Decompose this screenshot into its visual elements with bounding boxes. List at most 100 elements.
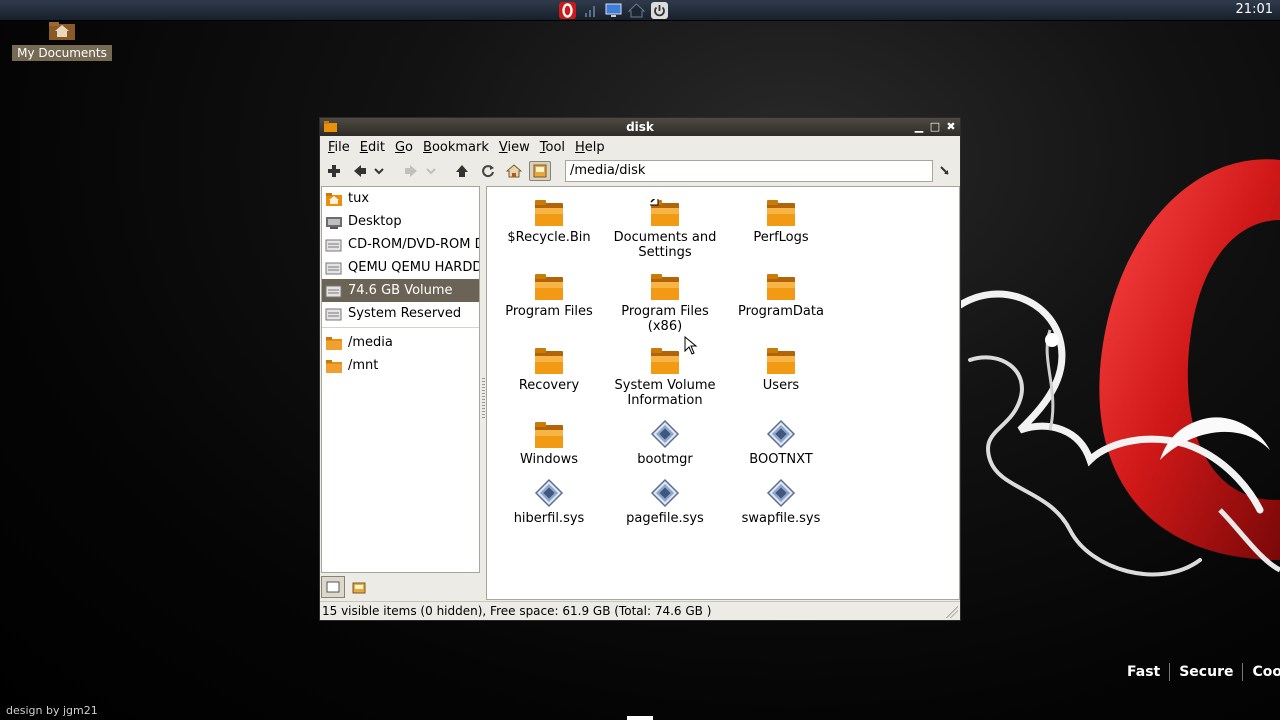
sidebar-item-desktop[interactable]: Desktop [322,210,479,233]
back-arrow-icon[interactable] [349,161,371,181]
file-item-label: Windows [519,452,579,467]
mouse-cursor-icon [684,336,698,355]
drive-icon [325,237,343,253]
window-resize-grip[interactable] [946,606,958,618]
folder-icon [491,267,607,301]
folder-icon [491,415,607,449]
file-item-label: Documents and Settings [613,230,717,260]
sidebar-item-cdrom[interactable]: CD-ROM/DVD-ROM Dri [322,233,479,256]
file-item-label: Recovery [518,378,580,393]
sidebar-separator [322,327,479,328]
desktop-icon-my-documents[interactable]: My Documents [12,20,112,61]
system-file-icon [723,415,839,449]
home-icon[interactable] [503,161,525,181]
sidebar-item-qemu-harddisk[interactable]: QEMU QEMU HARDDIS [322,256,479,279]
menu-help[interactable]: Help [570,140,610,155]
file-item-label: PerfLogs [753,230,809,245]
sidebar-item-tux[interactable]: tux [322,187,479,210]
file-item[interactable]: PerfLogs [723,193,839,245]
sidebar-item-system-reserved[interactable]: System Reserved [322,302,479,325]
file-item[interactable]: Program Files (x86) [607,267,723,334]
menu-bookmark[interactable]: Bookmark [418,140,494,155]
folder-icon [607,341,723,375]
minimize-button[interactable]: ▁ [912,120,926,134]
drive-icon [325,306,343,322]
system-tray [558,1,669,20]
power-icon[interactable] [650,1,669,20]
file-item[interactable]: bootmgr [607,415,723,467]
folder-icon [723,267,839,301]
reload-icon[interactable] [477,161,499,181]
file-item[interactable]: $Recycle.Bin [491,193,607,245]
menu-file[interactable]: File [323,140,355,155]
system-file-icon [607,415,723,449]
monitor-icon[interactable] [604,1,623,20]
close-button[interactable]: ✖ [944,120,958,134]
wallpaper-credit: design by jgm21 [6,704,98,717]
bottom-panel-marker [627,716,653,720]
menu-edit[interactable]: Edit [355,140,390,155]
sidebar-item-volume[interactable]: 74.6 GB Volume [322,279,479,302]
forward-history-chevron-icon[interactable] [424,161,438,181]
clock[interactable]: 21:01 [1236,2,1273,17]
sidebar-item-label: /media [348,335,393,350]
maximize-button[interactable]: □ [928,120,942,134]
folder-icon [723,341,839,375]
drive-icon [325,283,343,299]
system-file-icon [491,474,607,508]
tree-view-icon[interactable] [347,576,371,598]
desktop-icon [325,214,343,230]
sidebar-item-label: CD-ROM/DVD-ROM Dri [348,237,479,252]
file-item-label: Program Files (x86) [621,304,709,334]
file-item[interactable]: Program Files [491,267,607,319]
sidebar-item-media[interactable]: /media [322,331,479,354]
back-history-chevron-icon[interactable] [372,161,386,181]
sidebar-item-label: tux [348,191,370,206]
go-icon[interactable] [938,164,952,178]
file-item[interactable]: Recovery [491,341,607,393]
file-item-label: swapfile.sys [741,511,821,526]
menu-bar: File Edit Go Bookmark View Tool Help [320,136,960,158]
forward-arrow-icon[interactable] [400,161,422,181]
pane-resize-handle[interactable] [482,378,485,418]
window-titlebar[interactable]: disk ▁ □ ✖ [320,118,960,136]
side-pane: tux Desktop CD-ROM/DVD-ROM Dri QEMU QEMU… [321,186,480,573]
folder-link-icon [607,193,723,227]
menu-view[interactable]: View [494,140,535,155]
opera-icon[interactable] [558,1,577,20]
file-pane: $Recycle.Bin Documents and Settings PerfLo… [486,186,960,600]
open-in-terminal-icon[interactable] [529,161,551,181]
file-item[interactable]: Documents and Settings [607,193,723,260]
file-item[interactable]: ProgramData [723,267,839,319]
folder-icon [491,193,607,227]
sidebar-item-label: 74.6 GB Volume [348,283,453,298]
file-item[interactable]: Users [723,341,839,393]
file-item-label: hiberfil.sys [513,511,585,526]
new-tab-plus-icon[interactable] [323,161,345,181]
sidebar-item-label: /mnt [348,358,379,373]
file-item-label: $Recycle.Bin [507,230,591,245]
file-item[interactable]: BOOTNXT [723,415,839,467]
path-input[interactable]: /media/disk [565,160,933,182]
file-item[interactable]: System Volume Information [607,341,723,408]
file-manager-window[interactable]: disk ▁ □ ✖ File Edit Go Bookmark View To… [319,117,961,621]
file-item[interactable]: Windows [491,415,607,467]
file-item-label: System Volume Information [614,378,716,408]
sidebar-item-mnt[interactable]: /mnt [322,354,479,377]
home-folder-icon [325,191,343,207]
status-bar: 15 visible items (0 hidden), Free space:… [320,601,960,620]
menu-go[interactable]: Go [390,140,418,155]
sidebar-item-label: Desktop [348,214,402,229]
side-pane-mode-buttons [321,576,371,598]
up-arrow-icon[interactable] [451,161,473,181]
places-view-icon[interactable] [321,576,345,598]
opera-logo-wallpaper [960,159,1280,577]
menu-tool[interactable]: Tool [535,140,570,155]
tagline-word: Cool [1242,663,1280,681]
file-item-label: BOOTNXT [749,452,813,467]
file-item[interactable]: hiberfil.sys [491,474,607,526]
home-icon[interactable] [627,1,646,20]
network-signal-icon[interactable] [581,1,600,20]
file-item[interactable]: swapfile.sys [723,474,839,526]
file-item[interactable]: pagefile.sys [607,474,723,526]
